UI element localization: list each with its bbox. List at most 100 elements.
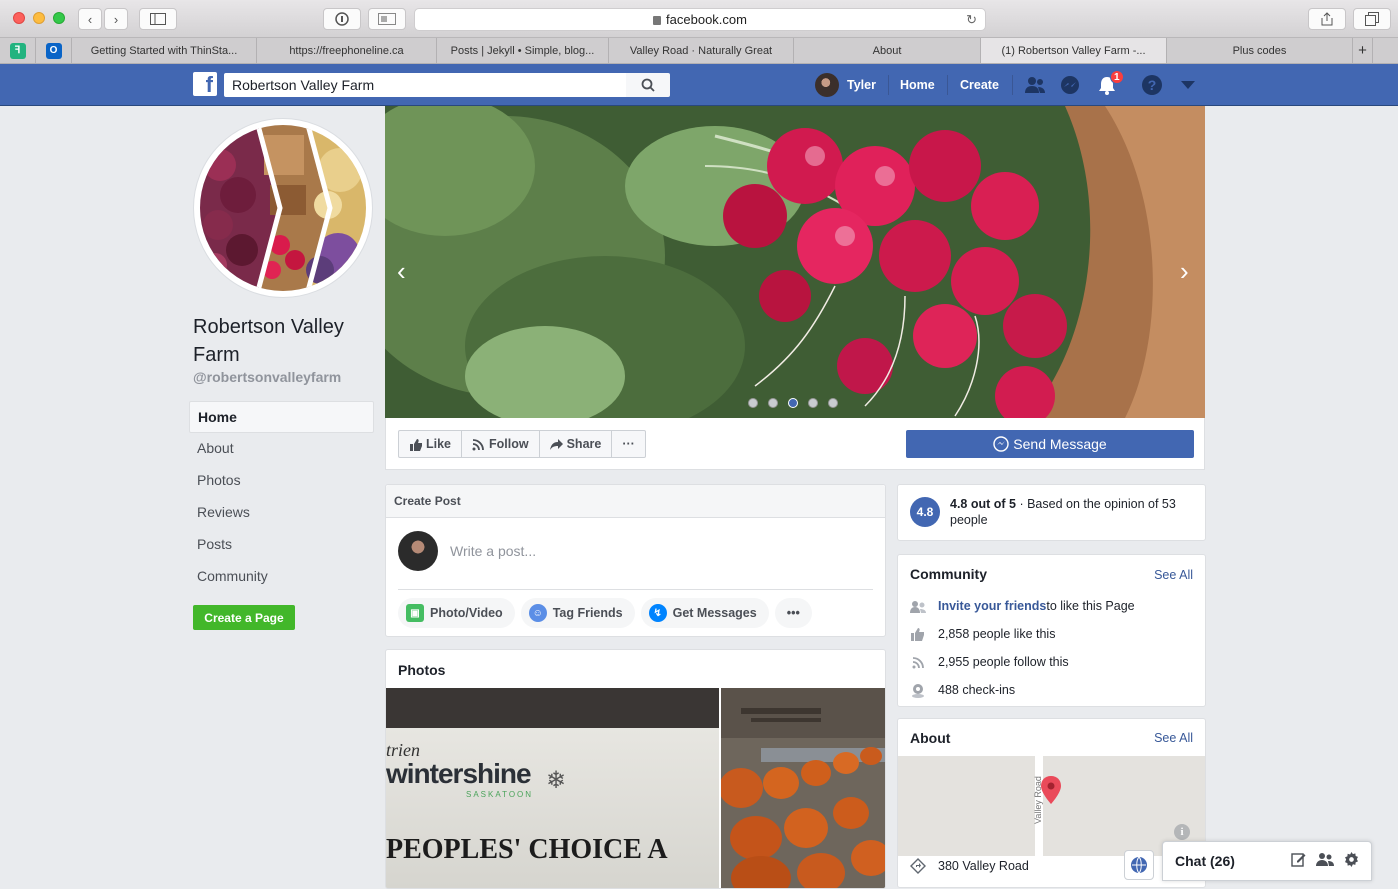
forward-button[interactable]: › bbox=[104, 8, 128, 30]
follow-label: Follow bbox=[489, 437, 529, 451]
sign-text: PEOPLES' CHOICE A bbox=[386, 834, 668, 865]
about-see-all-link[interactable]: See All bbox=[1154, 731, 1193, 745]
sidebar-item-about[interactable]: About bbox=[189, 433, 374, 465]
community-see-all-link[interactable]: See All bbox=[1154, 568, 1193, 582]
invite-friends-icon bbox=[910, 599, 926, 613]
home-link[interactable]: Home bbox=[900, 64, 935, 106]
get-messages-label: Get Messages bbox=[672, 606, 757, 620]
create-page-button[interactable]: Create a Page bbox=[193, 605, 295, 630]
compose-icon[interactable] bbox=[1291, 852, 1306, 870]
sidebar-item-photos[interactable]: Photos bbox=[189, 465, 374, 497]
facebook-logo-icon[interactable]: f bbox=[193, 72, 217, 96]
photo-dark-top bbox=[386, 688, 719, 728]
photo-video-button[interactable]: ▣ Photo/Video bbox=[398, 598, 515, 628]
pinned-tab-1[interactable]: ꟻ bbox=[0, 38, 36, 63]
slide-dot[interactable] bbox=[808, 398, 818, 408]
tag-friends-button[interactable]: ☺ Tag Friends bbox=[520, 598, 635, 628]
chevron-left-icon: ‹ bbox=[87, 11, 93, 27]
post-input[interactable]: Write a post... bbox=[450, 543, 536, 559]
tab-item[interactable]: Getting Started with ThinSta... bbox=[72, 38, 257, 63]
map-info-icon[interactable]: i bbox=[1174, 824, 1190, 840]
new-tab-button[interactable]: + bbox=[1353, 38, 1373, 63]
chevron-right-icon: › bbox=[113, 11, 119, 27]
sidebar-item-reviews[interactable]: Reviews bbox=[189, 497, 374, 529]
globe-button[interactable] bbox=[1124, 850, 1154, 880]
tab-item[interactable]: Plus codes bbox=[1167, 38, 1353, 63]
share-label: Share bbox=[566, 437, 602, 451]
profile-link[interactable]: Tyler bbox=[815, 64, 876, 106]
chat-bar[interactable]: Chat (26) bbox=[1162, 841, 1372, 881]
messenger-button[interactable] bbox=[1060, 64, 1080, 106]
address-text[interactable]: 380 Valley Road bbox=[938, 859, 1029, 873]
slide-dot[interactable] bbox=[788, 398, 798, 408]
send-message-button[interactable]: Send Message bbox=[906, 430, 1194, 458]
search-button[interactable] bbox=[626, 73, 670, 97]
map-pin-icon bbox=[1041, 776, 1061, 804]
chat-title: Chat (26) bbox=[1175, 853, 1235, 869]
tab-item[interactable]: Valley Road · Naturally Great bbox=[609, 38, 794, 63]
pinned-tab-2[interactable]: O bbox=[36, 38, 72, 63]
rating-headline: 4.8 out of 5 bbox=[950, 497, 1016, 511]
caret-down-icon bbox=[1181, 81, 1195, 89]
reload-icon[interactable]: ↻ bbox=[966, 12, 977, 28]
photo-thumbnail-pumpkins[interactable] bbox=[721, 688, 885, 888]
page-title[interactable]: Robertson Valley Farm bbox=[193, 313, 373, 369]
invite-friends-link[interactable]: Invite your friends bbox=[938, 599, 1046, 613]
reader-button[interactable] bbox=[368, 8, 406, 30]
follow-button[interactable]: Follow bbox=[462, 431, 540, 457]
tab-item[interactable]: Posts | Jekyll • Simple, blog... bbox=[437, 38, 609, 63]
page-username[interactable]: @robertsonvalleyfarm bbox=[193, 369, 341, 385]
group-icon[interactable] bbox=[1316, 852, 1334, 870]
cover-photo[interactable] bbox=[385, 106, 1205, 418]
cover-next-arrow[interactable]: › bbox=[1180, 256, 1189, 287]
sidebar-item-community[interactable]: Community bbox=[189, 561, 374, 593]
more-actions-button[interactable]: ··· bbox=[612, 431, 645, 457]
tabs-overview-button[interactable] bbox=[1353, 8, 1391, 30]
follows-row: 2,955 people follow this bbox=[910, 655, 1069, 669]
post-composer[interactable]: Write a post... bbox=[398, 531, 536, 571]
share-button[interactable] bbox=[1308, 8, 1346, 30]
thumbs-up-icon bbox=[410, 438, 422, 451]
tab-item-active[interactable]: (1) Robertson Valley Farm -... bbox=[981, 38, 1167, 63]
cover-prev-arrow[interactable]: ‹ bbox=[397, 256, 406, 287]
create-post-title: Create Post bbox=[386, 485, 885, 518]
sidebar-item-home[interactable]: Home bbox=[189, 401, 374, 433]
invite-rest-text: to like this Page bbox=[1046, 599, 1135, 613]
get-messages-button[interactable]: ↯ Get Messages bbox=[640, 598, 769, 628]
password-button[interactable] bbox=[323, 8, 361, 30]
page-profile-picture[interactable] bbox=[193, 118, 373, 298]
location-map[interactable]: Valley Road i bbox=[898, 756, 1205, 856]
tab-item[interactable]: About bbox=[794, 38, 981, 63]
tab-item[interactable]: https://freephoneline.ca bbox=[257, 38, 437, 63]
photos-title: Photos bbox=[398, 662, 446, 678]
account-menu-button[interactable] bbox=[1181, 64, 1195, 106]
url-bar[interactable]: facebook.com ↻ bbox=[414, 8, 986, 31]
share-page-button[interactable]: Share bbox=[540, 431, 613, 457]
thumbs-up-icon bbox=[910, 627, 926, 641]
create-link[interactable]: Create bbox=[960, 64, 999, 106]
about-card: About See All Valley Road i 380 Valley R… bbox=[897, 718, 1206, 888]
more-composer-button[interactable]: ••• bbox=[774, 598, 812, 628]
sidebar-item-posts[interactable]: Posts bbox=[189, 529, 374, 561]
friend-requests-button[interactable] bbox=[1024, 64, 1046, 106]
address-row: 380 Valley Road bbox=[910, 858, 1029, 874]
window-zoom-button[interactable] bbox=[53, 12, 65, 24]
slide-dot[interactable] bbox=[828, 398, 838, 408]
gear-icon[interactable] bbox=[1344, 852, 1359, 870]
slide-dot[interactable] bbox=[748, 398, 758, 408]
like-button[interactable]: Like bbox=[399, 431, 463, 457]
svg-text:?: ? bbox=[1148, 77, 1157, 93]
back-button[interactable]: ‹ bbox=[78, 8, 102, 30]
photo-thumbnail-award[interactable]: trien wintershine SASKATOON ❄ PEOPLES' C… bbox=[386, 688, 719, 888]
url-text: facebook.com bbox=[666, 12, 747, 27]
rating-summary[interactable]: 4.8 out of 5 · Based on the opinion of 5… bbox=[950, 496, 1195, 528]
photos-card: Photos trien wintershine SASKATOON ❄ PEO… bbox=[385, 649, 886, 889]
sidebar-toggle-button[interactable] bbox=[139, 8, 177, 30]
divider bbox=[398, 589, 873, 590]
help-button[interactable]: ? bbox=[1141, 64, 1163, 106]
window-minimize-button[interactable] bbox=[33, 12, 45, 24]
window-close-button[interactable] bbox=[13, 12, 25, 24]
search-input[interactable] bbox=[224, 73, 626, 97]
slide-dot[interactable] bbox=[768, 398, 778, 408]
composer-actions: ▣ Photo/Video ☺ Tag Friends ↯ Get Messag… bbox=[398, 598, 812, 628]
